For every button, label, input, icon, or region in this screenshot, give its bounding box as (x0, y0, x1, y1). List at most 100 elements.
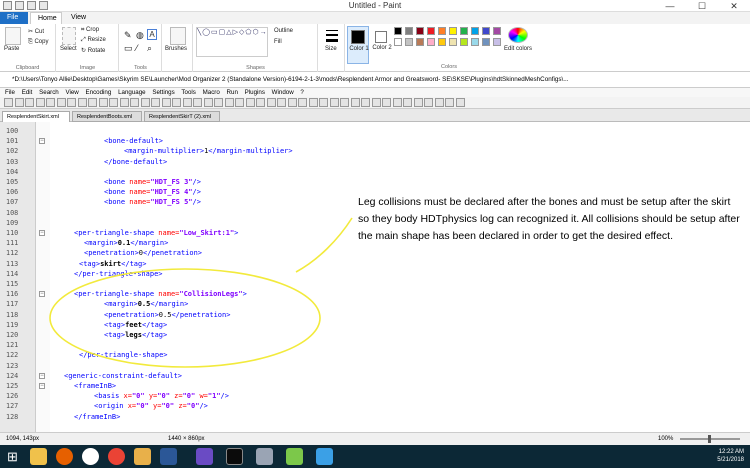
rotate-button[interactable]: ↻ Rotate (81, 47, 105, 54)
palette-swatch[interactable] (482, 38, 490, 46)
paint-taskbar-icon[interactable] (316, 448, 333, 465)
shapes-gallery[interactable]: ╲◯▭▢△▷◇⬠⬡→←↑↓✦✧★☆▢◯◔✚♡⚡ (196, 27, 268, 57)
toolbar-button-icon[interactable] (455, 98, 465, 107)
resize-button[interactable]: ⤢ Resize (81, 37, 106, 44)
toolbar-button-icon[interactable] (434, 98, 444, 107)
toolbar-button-icon[interactable] (77, 98, 87, 107)
color2-button[interactable]: Color 2 (371, 26, 393, 64)
tab-resplendent-skirt-2[interactable]: ResplendentSkirT (2).xml (144, 111, 220, 122)
toolbar-button-icon[interactable] (277, 98, 286, 107)
minimize-icon[interactable]: — (654, 0, 686, 12)
toolbar-button-icon[interactable] (88, 98, 97, 107)
start-icon[interactable]: ⊞ (4, 448, 21, 465)
toolbar-button-icon[interactable] (392, 98, 402, 107)
palette-swatch[interactable] (471, 27, 479, 35)
brush-icon[interactable] (170, 27, 186, 45)
toolbar-button-icon[interactable] (56, 98, 66, 107)
toolbar-button-icon[interactable] (424, 98, 433, 107)
palette-swatch[interactable] (416, 27, 424, 35)
select-button[interactable]: Select (60, 46, 77, 52)
magnifier-icon[interactable]: ⌕ (147, 43, 152, 54)
palette-swatch[interactable] (405, 38, 413, 46)
toolbar-button-icon[interactable] (25, 98, 34, 107)
menu-run[interactable]: Run (227, 89, 238, 96)
toolbar-button-icon[interactable] (403, 98, 412, 107)
menu-settings[interactable]: Settings (152, 89, 174, 96)
outline-dropdown[interactable]: Outline (274, 28, 293, 34)
toolbar-button-icon[interactable] (193, 98, 202, 107)
tab-file[interactable]: File (0, 12, 28, 24)
menu-encoding[interactable]: Encoding (86, 89, 112, 96)
code-editor[interactable]: 100 101− <bone-default> 102 <margin-multipli… (0, 122, 750, 432)
text-icon[interactable]: A (147, 29, 157, 40)
tab-view[interactable]: View (64, 12, 88, 24)
crop-button[interactable]: ⌗ Crop (81, 27, 99, 34)
edit-colors-icon[interactable] (508, 27, 528, 43)
palette-swatch[interactable] (394, 27, 402, 35)
color-picker-icon[interactable]: ⁄ (136, 43, 138, 53)
firefox-icon[interactable] (56, 448, 73, 465)
palette-swatch[interactable] (394, 38, 402, 46)
toolbar-button-icon[interactable] (266, 98, 276, 107)
toolbar-button-icon[interactable] (130, 98, 139, 107)
toolbar-button-icon[interactable] (172, 98, 181, 107)
copy-button[interactable]: ⎘ Copy (28, 39, 48, 46)
pencil-icon[interactable]: ✎ (124, 30, 132, 41)
brushes-button[interactable]: Brushes (165, 46, 187, 52)
palette-swatch[interactable] (416, 38, 424, 46)
toolbar-button-icon[interactable] (119, 98, 129, 107)
palette-swatch[interactable] (460, 27, 468, 35)
menu-language[interactable]: Language (118, 89, 146, 96)
menu-search[interactable]: Search (39, 89, 59, 96)
select-icon[interactable] (62, 27, 76, 45)
toolbar-button-icon[interactable] (329, 98, 339, 107)
menu-file[interactable]: File (5, 89, 15, 96)
toolbar-button-icon[interactable] (308, 98, 318, 107)
toolbar-button-icon[interactable] (109, 98, 118, 107)
palette-swatch[interactable] (460, 38, 468, 46)
toolbar-button-icon[interactable] (382, 98, 391, 107)
toolbar-button-icon[interactable] (140, 98, 150, 107)
toolbar-button-icon[interactable] (361, 98, 370, 107)
file-explorer-icon[interactable] (30, 448, 47, 465)
visual-studio-icon[interactable] (196, 448, 213, 465)
palette-swatch[interactable] (449, 27, 457, 35)
menu-view[interactable]: View (65, 89, 78, 96)
steam-icon[interactable] (82, 448, 99, 465)
zoom-slider-thumb[interactable] (708, 435, 711, 443)
tab-resplendent-skirt[interactable]: ResplendentSkirt.xml (2, 111, 70, 122)
fill-icon[interactable]: ◍ (136, 30, 144, 41)
toolbar-button-icon[interactable] (319, 98, 328, 107)
palette-swatch[interactable] (471, 38, 479, 46)
palette-swatch[interactable] (438, 38, 446, 46)
toolbar-button-icon[interactable] (214, 98, 223, 107)
toolbar-button-icon[interactable] (413, 98, 423, 107)
media-icon[interactable] (226, 448, 243, 465)
toolbar-button-icon[interactable] (371, 98, 381, 107)
toolbar-button-icon[interactable] (4, 98, 13, 107)
size-button[interactable]: Size (325, 46, 337, 52)
palette-swatch[interactable] (427, 38, 435, 46)
palette-swatch[interactable] (493, 38, 501, 46)
tab-home[interactable]: Home (30, 12, 62, 24)
color1-button[interactable]: Color 1 (347, 26, 369, 64)
toolbar-button-icon[interactable] (256, 98, 265, 107)
mod-organizer-icon[interactable] (256, 448, 273, 465)
notepad-plus-plus-icon[interactable] (286, 448, 303, 465)
palette-swatch[interactable] (405, 27, 413, 35)
maximize-icon[interactable]: ☐ (686, 0, 718, 12)
menu-edit[interactable]: Edit (22, 89, 33, 96)
cut-button[interactable]: ✂ Cut (28, 28, 44, 35)
palette-swatch[interactable] (482, 27, 490, 35)
toolbar-button-icon[interactable] (235, 98, 244, 107)
toolbar-button-icon[interactable] (151, 98, 160, 107)
toolbar-button-icon[interactable] (203, 98, 213, 107)
fill-dropdown[interactable]: Fill (274, 39, 282, 45)
edit-colors-button[interactable]: Edit colors (504, 46, 532, 53)
close-icon[interactable]: ✕ (718, 0, 750, 12)
menu-help[interactable]: ? (300, 89, 303, 96)
toolbar-button-icon[interactable] (298, 98, 307, 107)
toolbar-button-icon[interactable] (35, 98, 45, 107)
palette-swatch[interactable] (449, 38, 457, 46)
menu-macro[interactable]: Macro (203, 89, 220, 96)
